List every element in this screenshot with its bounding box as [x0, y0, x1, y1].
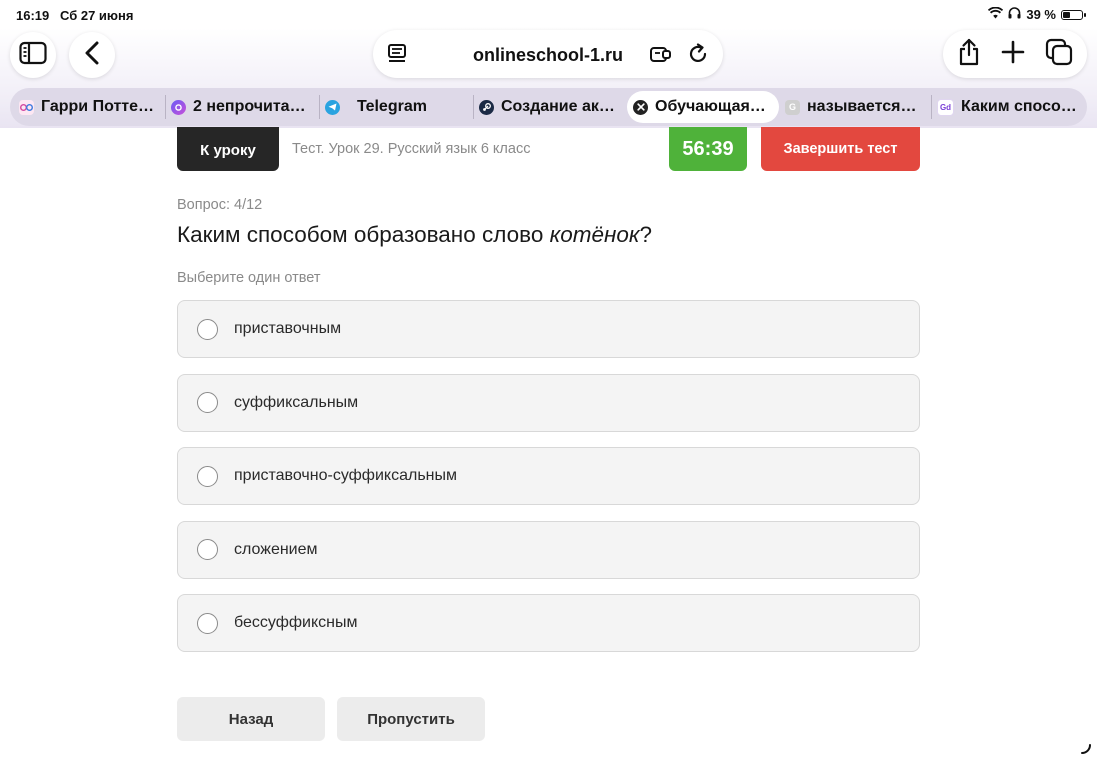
- battery-fill: [1063, 11, 1070, 18]
- battery-icon: [1061, 9, 1086, 20]
- option-label: приставочным: [234, 320, 342, 337]
- tab-label: называется…: [807, 98, 917, 115]
- close-icon[interactable]: [633, 99, 648, 115]
- tab-label: Создание ак…: [501, 98, 615, 115]
- status-time: 16:19: [16, 8, 50, 23]
- address-bar-actions: [649, 43, 709, 70]
- tab-strip: Гарри Потте… 2 непрочита… Telegram Созда…: [10, 88, 1087, 126]
- tab-label: Обучающая…: [655, 98, 766, 115]
- back-button[interactable]: [69, 32, 115, 78]
- answer-option[interactable]: суффиксальным: [177, 373, 920, 432]
- finish-test-button[interactable]: Завершить тест: [761, 127, 920, 171]
- mail-favicon: [171, 99, 186, 115]
- radio-button[interactable]: [197, 392, 218, 413]
- answer-option[interactable]: приставочным: [177, 300, 920, 358]
- test-title: Тест. Урок 29. Русский язык 6 класс: [292, 141, 531, 157]
- headphones-icon: [1008, 7, 1021, 22]
- owl-favicon: [19, 99, 34, 115]
- plus-icon[interactable]: [1001, 40, 1025, 69]
- status-date: Сб 27 июня: [60, 8, 134, 23]
- extensions-icon[interactable]: [649, 43, 673, 70]
- wifi-icon: [988, 6, 1004, 22]
- tab-harry-potter[interactable]: Гарри Потте…: [13, 91, 165, 123]
- gd-favicon: Gd: [937, 98, 954, 116]
- question-text-start: Каким способом образовано слово: [177, 222, 550, 247]
- tab-active-lesson[interactable]: Обучающая…: [627, 91, 779, 123]
- address-bar[interactable]: onlineschool-1.ru: [373, 30, 723, 78]
- answer-hint: Выберите один ответ: [177, 270, 321, 286]
- tab-telegram[interactable]: Telegram: [319, 91, 473, 123]
- battery-percent: 39 %: [1026, 7, 1056, 22]
- chevron-left-icon: [84, 41, 100, 70]
- tab-search[interactable]: G называется…: [779, 91, 931, 123]
- telegram-favicon: [325, 99, 340, 115]
- answer-option[interactable]: бессуффиксным: [177, 594, 920, 652]
- skip-question-button[interactable]: Пропустить: [337, 697, 485, 741]
- question-text-end: ?: [639, 222, 653, 247]
- back-to-lesson-button[interactable]: К уроку: [177, 127, 279, 171]
- tab-mail[interactable]: 2 непрочита…: [165, 91, 319, 123]
- reload-icon[interactable]: [687, 43, 709, 70]
- answer-option[interactable]: сложением: [177, 520, 920, 579]
- sidebar-button[interactable]: [10, 32, 56, 78]
- steam-favicon: [479, 99, 494, 115]
- tab-label: Каким спосо…: [961, 98, 1077, 115]
- radio-button[interactable]: [197, 612, 218, 634]
- share-icon[interactable]: [957, 38, 981, 71]
- browser-actions: [943, 30, 1087, 78]
- tab-label: 2 непрочита…: [193, 98, 306, 115]
- tab-label: Гарри Потте…: [41, 98, 155, 115]
- tab-label: Telegram: [357, 98, 427, 115]
- resize-corner-icon: [1078, 742, 1092, 756]
- tabs-icon[interactable]: [1045, 38, 1073, 71]
- radio-button[interactable]: [197, 539, 218, 560]
- tab-steam[interactable]: Создание ак…: [473, 91, 627, 123]
- radio-button[interactable]: [197, 465, 218, 487]
- option-label: приставочно-суффиксальным: [234, 467, 457, 484]
- option-label: сложением: [234, 540, 318, 558]
- sidebar-icon: [19, 41, 47, 70]
- status-indicators: 39 %: [988, 6, 1086, 22]
- timer: 56:39: [669, 127, 747, 171]
- question-keyword: котёнок: [549, 222, 640, 247]
- tab-how-formed[interactable]: Gd Каким спосо…: [931, 91, 1084, 123]
- question-text: Каким способом образовано слово котёнок?: [177, 222, 652, 248]
- option-label: бессуффиксным: [234, 614, 358, 631]
- answer-option[interactable]: приставочно-суффиксальным: [177, 447, 920, 505]
- status-bar: 16:19 Сб 27 июня 39 %: [0, 0, 1097, 30]
- gray-favicon: G: [785, 99, 800, 115]
- radio-button[interactable]: [197, 318, 218, 340]
- back-question-button[interactable]: Назад: [177, 697, 325, 741]
- option-label: суффиксальным: [234, 393, 359, 411]
- question-counter: Вопрос: 4/12: [177, 197, 263, 213]
- answer-options: приставочным суффиксальным приставочно-с…: [177, 300, 920, 668]
